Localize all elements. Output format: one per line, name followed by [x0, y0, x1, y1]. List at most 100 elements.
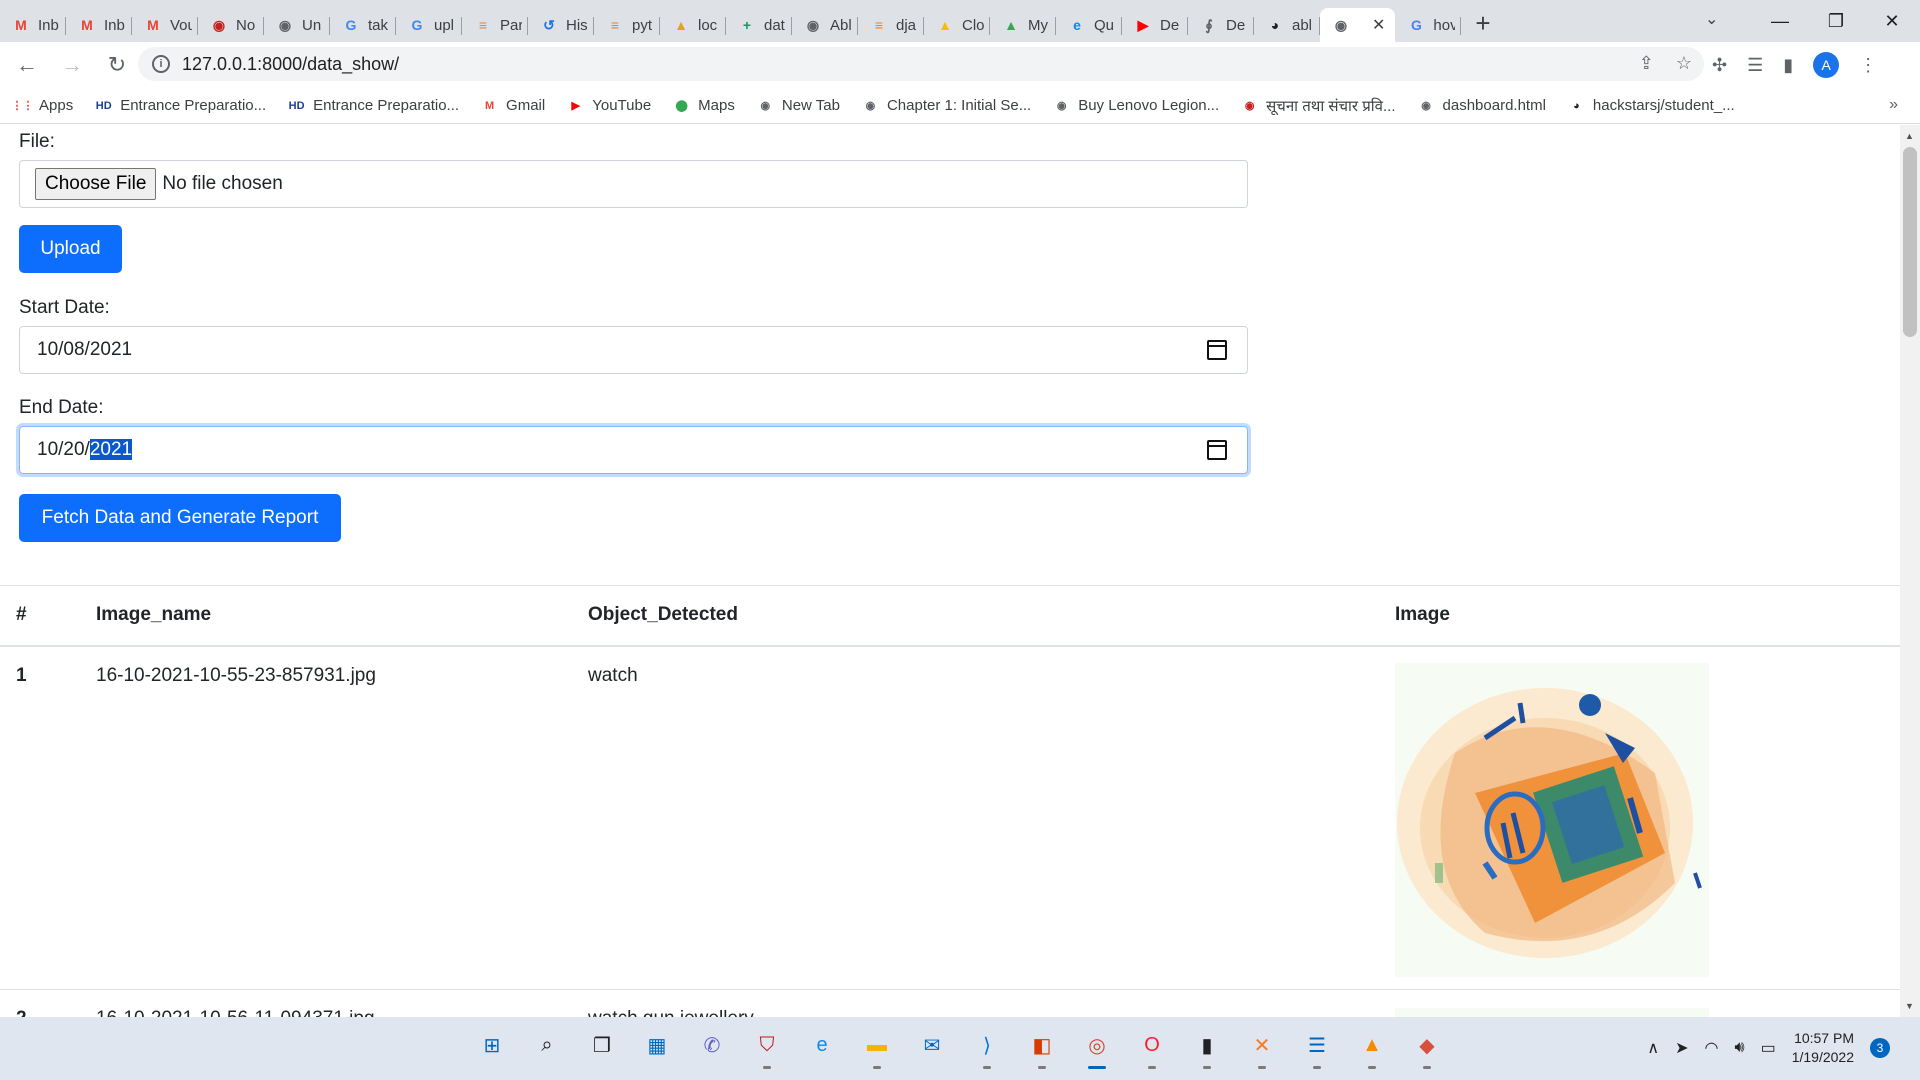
- bookmark-item[interactable]: ◉ सूचना तथा संचार प्रवि...: [1241, 96, 1396, 116]
- tab-title[interactable]: pyt: [632, 17, 654, 34]
- tab-title[interactable]: De: [1160, 17, 1182, 34]
- tab-title[interactable]: Inb: [104, 17, 126, 34]
- browser-tab[interactable]: Ghov: [1395, 8, 1462, 42]
- tab-title[interactable]: loc: [698, 17, 720, 34]
- browser-tab[interactable]: ▲ My: [990, 8, 1056, 42]
- browser-tab[interactable]: ◉ No: [198, 8, 264, 42]
- browser-tab[interactable]: ◉ ✕: [1320, 8, 1396, 42]
- teams-chat-icon[interactable]: ✆: [694, 1027, 730, 1063]
- browser-tab[interactable]: M Inb: [0, 8, 66, 42]
- tab-title[interactable]: upl: [434, 17, 456, 34]
- bookmark-item[interactable]: ◉ dashboard.html: [1418, 97, 1546, 114]
- tab-title[interactable]: Clo: [962, 17, 984, 34]
- browser-tab[interactable]: ▶ De: [1122, 8, 1188, 42]
- end-date-input[interactable]: 10/20/2021: [19, 426, 1248, 474]
- bookmark-label[interactable]: सूचना तथा संचार प्रवि...: [1266, 96, 1395, 116]
- restore-button[interactable]: ❐: [1808, 11, 1864, 32]
- reload-button[interactable]: ↻: [99, 52, 135, 78]
- task-view-icon[interactable]: ❐: [584, 1027, 620, 1063]
- mcafee-icon[interactable]: ⛉: [749, 1027, 785, 1069]
- address-bar[interactable]: i 127.0.0.1:8000/data_show/ ⇪ ☆: [138, 47, 1704, 81]
- browser-tab[interactable]: Gupl: [396, 8, 462, 42]
- bookmark-label[interactable]: New Tab: [782, 97, 840, 114]
- profile-avatar[interactable]: A: [1813, 52, 1840, 78]
- fetch-report-button[interactable]: Fetch Data and Generate Report: [19, 494, 341, 542]
- clock[interactable]: 10:57 PM 1/19/2022: [1792, 1029, 1854, 1067]
- battery-icon[interactable]: ▭: [1761, 1038, 1776, 1058]
- bookmarks-overflow-icon[interactable]: »: [1889, 96, 1898, 114]
- browser-tab[interactable]: ∮ De: [1188, 8, 1254, 42]
- tab-title[interactable]: Abl: [830, 17, 852, 34]
- bookmark-item[interactable]: ◉ Buy Lenovo Legion...: [1053, 97, 1219, 114]
- search-icon[interactable]: ⌕: [529, 1027, 565, 1063]
- bookmark-star-icon[interactable]: ☆: [1676, 53, 1692, 74]
- page-scrollbar[interactable]: ▲ ▼: [1900, 125, 1920, 1017]
- bookmark-item[interactable]: ⬤ Maps: [673, 97, 735, 114]
- browser-tab[interactable]: ◕ abl: [1254, 8, 1320, 42]
- minimize-button[interactable]: —: [1752, 11, 1808, 32]
- scroll-thumb[interactable]: [1903, 147, 1917, 337]
- end-date-year-selected[interactable]: 2021: [89, 439, 133, 460]
- vlc-icon[interactable]: ▲: [1354, 1027, 1390, 1069]
- menu-kebab-icon[interactable]: ⋮: [1859, 55, 1877, 76]
- browser-tab[interactable]: Gtak: [330, 8, 396, 42]
- start-date-value[interactable]: 10/08/2021: [37, 339, 132, 361]
- windows-start-icon[interactable]: ⊞: [474, 1027, 510, 1063]
- address-text[interactable]: 127.0.0.1:8000/data_show/: [182, 54, 399, 75]
- tab-title[interactable]: abl: [1292, 17, 1314, 34]
- forward-button[interactable]: →: [54, 52, 90, 78]
- bookmark-label[interactable]: Entrance Preparatio...: [313, 97, 459, 114]
- browser-tab[interactable]: ▲ Clo: [924, 8, 990, 42]
- browser-tab[interactable]: ≡ Par: [462, 8, 528, 42]
- tab-title[interactable]: De: [1226, 17, 1248, 34]
- chevron-up-icon[interactable]: ∧: [1647, 1038, 1659, 1058]
- bookmark-label[interactable]: Buy Lenovo Legion...: [1078, 97, 1219, 114]
- tab-title[interactable]: Vou: [170, 17, 192, 34]
- xampp-icon[interactable]: ✕: [1244, 1027, 1280, 1069]
- tab-title[interactable]: dat: [764, 17, 786, 34]
- bookmark-item[interactable]: ▶ YouTube: [567, 97, 651, 114]
- bookmark-label[interactable]: Apps: [39, 97, 73, 114]
- calendar-icon[interactable]: [1207, 440, 1227, 460]
- bookmark-item[interactable]: M Gmail: [481, 97, 545, 114]
- reading-list-icon[interactable]: ☰: [1747, 55, 1763, 76]
- bookmark-item[interactable]: ◕ hackstarsj/student_...: [1568, 97, 1735, 114]
- wifi-icon[interactable]: ◠: [1705, 1038, 1719, 1058]
- scroll-down-arrow-icon[interactable]: ▼: [1905, 1001, 1914, 1011]
- browser-tab[interactable]: M Vou: [132, 8, 198, 42]
- browser-tab[interactable]: ◉ Abl: [792, 8, 858, 42]
- end-date-value[interactable]: 10/20/2021: [37, 439, 133, 461]
- terminal-icon[interactable]: ▮: [1189, 1027, 1225, 1069]
- calendar-icon[interactable]: [1207, 340, 1227, 360]
- site-info-icon[interactable]: i: [152, 55, 170, 73]
- bookmark-item[interactable]: ◉ New Tab: [757, 97, 840, 114]
- tab-title[interactable]: No: [236, 17, 258, 34]
- vscode-icon[interactable]: ⟩: [969, 1027, 1005, 1069]
- bookmark-label[interactable]: Chapter 1: Initial Se...: [887, 97, 1031, 114]
- git-icon[interactable]: ◆: [1409, 1027, 1445, 1069]
- office-icon[interactable]: ◧: [1024, 1027, 1060, 1069]
- location-icon[interactable]: ➤: [1675, 1038, 1688, 1058]
- browser-tab[interactable]: + dat: [726, 8, 792, 42]
- bookmark-item[interactable]: HD Entrance Preparatio...: [288, 97, 459, 114]
- file-explorer-icon[interactable]: ▬: [859, 1027, 895, 1069]
- close-window-button[interactable]: ✕: [1864, 11, 1920, 32]
- tab-title[interactable]: My: [1028, 17, 1050, 34]
- bookmark-label[interactable]: Entrance Preparatio...: [120, 97, 266, 114]
- bookmark-label[interactable]: YouTube: [592, 97, 651, 114]
- tab-title[interactable]: hov: [1433, 17, 1455, 34]
- bookmark-item[interactable]: ◉ Chapter 1: Initial Se...: [862, 97, 1032, 114]
- browser-tab[interactable]: ≡ dja: [858, 8, 924, 42]
- mail-icon[interactable]: ✉: [914, 1027, 950, 1063]
- bookmark-label[interactable]: dashboard.html: [1443, 97, 1546, 114]
- tab-title[interactable]: Inb: [38, 17, 60, 34]
- start-date-input[interactable]: 10/08/2021: [19, 326, 1248, 374]
- side-panel-icon[interactable]: ▮: [1783, 55, 1793, 76]
- volume-icon[interactable]: 🔊︎: [1734, 1039, 1744, 1057]
- tab-title[interactable]: His: [566, 17, 588, 34]
- upload-button[interactable]: Upload: [19, 225, 122, 273]
- browser-tab[interactable]: ≡ pyt: [594, 8, 660, 42]
- chrome-icon[interactable]: ◎: [1079, 1027, 1115, 1069]
- tab-title[interactable]: tak: [368, 17, 390, 34]
- bookmark-label[interactable]: Maps: [698, 97, 735, 114]
